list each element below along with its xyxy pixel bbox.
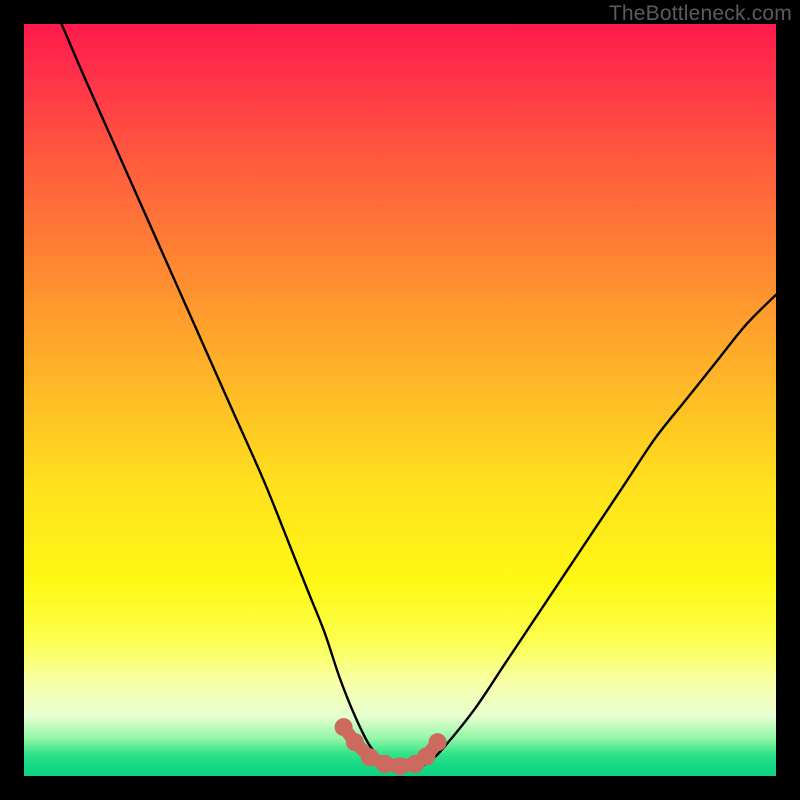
valley-marker-dot	[417, 747, 435, 765]
bottleneck-curve	[62, 24, 776, 769]
valley-marker-dot	[335, 718, 353, 736]
watermark-text: TheBottleneck.com	[609, 2, 792, 26]
valley-marker-dot	[391, 757, 409, 775]
curve-svg	[24, 24, 776, 776]
curve-group	[62, 24, 776, 775]
valley-marker-dot	[376, 755, 394, 773]
valley-marker-dot	[346, 733, 364, 751]
valley-marker-dot	[429, 733, 447, 751]
plot-area	[24, 24, 776, 776]
chart-stage: TheBottleneck.com	[0, 0, 800, 800]
